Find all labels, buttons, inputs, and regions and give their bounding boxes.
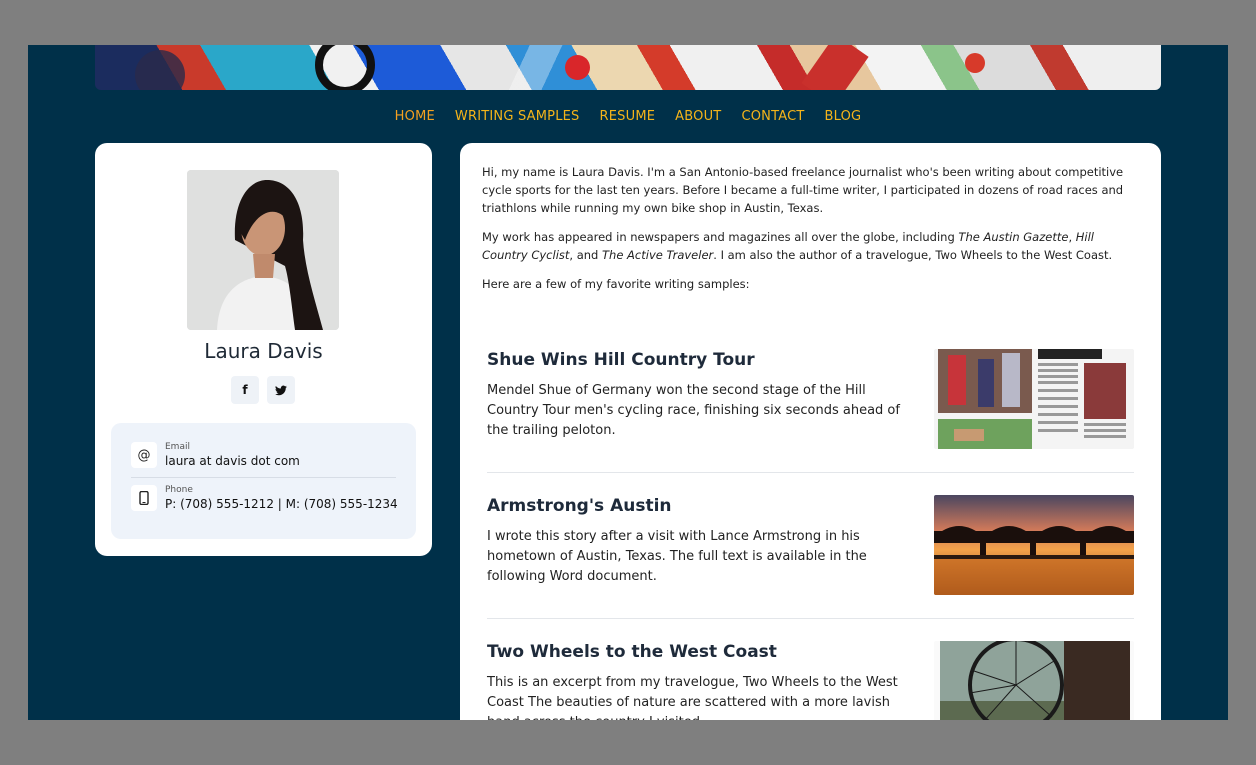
article-description: I wrote this story after a visit with La… [487,529,867,584]
phone-label: Phone [165,485,193,495]
article-separator [487,472,1134,473]
intro-paragraph-1: Hi, my name is Laura Davis. I'm a San An… [482,165,1124,215]
nav-blog[interactable]: BLOG [825,107,862,127]
social-links: f [231,376,295,404]
article-item[interactable]: Shue Wins Hill Country Tour Mendel Shue … [487,349,1134,459]
phone-row: Phone P: (708) 555-1212 | M: (708) 555-1… [131,484,398,512]
profile-card: Laura Davis f @ Email laura at davis dot… [95,143,432,556]
nav-contact[interactable]: CONTACT [741,107,804,127]
phone-icon [131,485,157,511]
profile-name: Laura Davis [204,339,323,363]
article-thumbnail[interactable] [934,495,1134,595]
email-label: Email [165,442,190,452]
article-item[interactable]: Armstrong's Austin I wrote this story af… [487,495,1134,605]
intro-text: Hi, my name is Laura Davis. I'm a San An… [482,163,1137,304]
intro-paragraph-2: My work has appeared in newspapers and m… [482,230,1113,262]
article-thumbnail[interactable] [934,641,1134,720]
email-value[interactable]: laura at davis dot com [165,453,300,469]
nav-resume[interactable]: RESUME [600,107,656,127]
article-description: This is an excerpt from my travelogue, T… [487,675,898,720]
article-item[interactable]: Two Wheels to the West Coast This is an … [487,641,1134,720]
contact-info-box: @ Email laura at davis dot com Phone P: … [111,423,416,539]
article-thumbnail[interactable] [934,349,1134,449]
header-banner-image [95,45,1161,90]
email-row: @ Email laura at davis dot com [131,441,300,469]
intro-paragraph-3: Here are a few of my favorite writing sa… [482,277,750,291]
at-sign-icon: @ [131,442,157,468]
phone-value[interactable]: P: (708) 555-1212 | M: (708) 555-1234 [165,496,398,512]
nav-writing-samples[interactable]: WRITING SAMPLES [455,107,580,127]
nav-home[interactable]: HOME [395,107,435,127]
contact-divider [131,477,396,478]
nav-about[interactable]: ABOUT [675,107,721,127]
page-viewport: HOME WRITING SAMPLES RESUME ABOUT CONTAC… [28,45,1228,720]
main-navigation: HOME WRITING SAMPLES RESUME ABOUT CONTAC… [28,107,1228,127]
article-description: Mendel Shue of Germany won the second st… [487,383,900,438]
facebook-icon[interactable]: f [231,376,259,404]
article-separator [487,618,1134,619]
profile-photo [187,170,339,330]
main-content-card: Hi, my name is Laura Davis. I'm a San An… [460,143,1161,720]
twitter-icon[interactable] [267,376,295,404]
